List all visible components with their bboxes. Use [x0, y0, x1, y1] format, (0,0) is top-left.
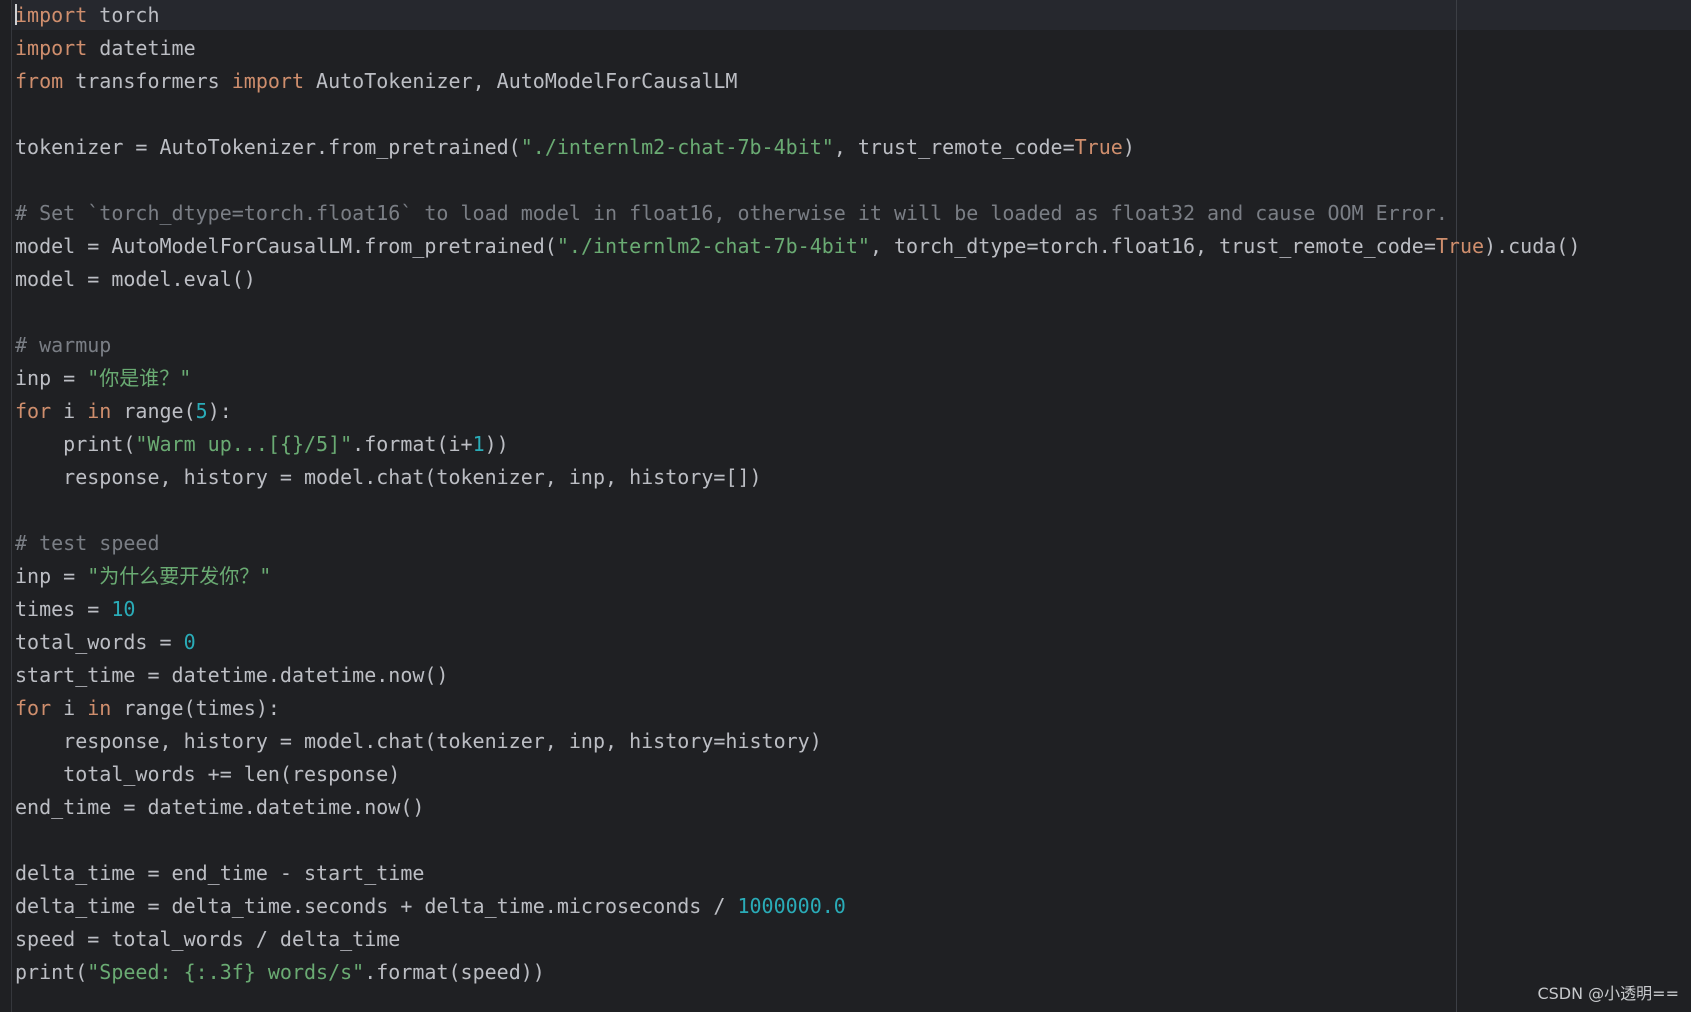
code-text-token: transformers	[63, 69, 232, 93]
code-text-token: model = AutoModelForCausalLM.from_pretra…	[15, 234, 557, 258]
code-line[interactable]: inp = "你是谁？"	[15, 363, 1580, 396]
code-text-token: ):	[207, 399, 232, 423]
keyword-token: True	[1074, 135, 1123, 159]
keyword-token: in	[87, 696, 112, 720]
keyword-token: for	[15, 696, 52, 720]
code-text-token: start_time = datetime.datetime.now()	[15, 663, 449, 687]
code-text-token: , trust_remote_code=	[833, 135, 1075, 159]
code-line[interactable]: tokenizer = AutoTokenizer.from_pretraine…	[15, 132, 1580, 165]
code-text-token: ))	[484, 432, 509, 456]
code-line[interactable]: delta_time = delta_time.seconds + delta_…	[15, 891, 1580, 924]
code-line[interactable]	[15, 99, 1580, 132]
code-text-token: )	[1122, 135, 1135, 159]
number-literal-token: 0	[183, 630, 196, 654]
code-line[interactable]: # warmup	[15, 330, 1580, 363]
code-text-token: response, history = model.chat(tokenizer…	[15, 729, 822, 753]
code-line[interactable]: model = AutoModelForCausalLM.from_pretra…	[15, 231, 1580, 264]
code-line[interactable]: for i in range(5):	[15, 396, 1580, 429]
number-literal-token: 5	[195, 399, 208, 423]
code-text-token: datetime	[87, 36, 196, 60]
code-text-token: response, history = model.chat(tokenizer…	[15, 465, 762, 489]
code-text-token: torch	[87, 3, 160, 27]
code-line[interactable]	[15, 165, 1580, 198]
code-line[interactable]: import torch	[15, 0, 1580, 33]
code-text-token: inp =	[15, 564, 88, 588]
string-literal-token: "Speed: {:.3f} words/s"	[87, 960, 365, 984]
code-line[interactable]: model = model.eval()	[15, 264, 1580, 297]
code-line[interactable]: print("Speed: {:.3f} words/s".format(spe…	[15, 957, 1580, 990]
code-lines[interactable]: import torch import datetime from transfor…	[15, 0, 1580, 990]
code-text-token: range(	[111, 399, 196, 423]
code-text-token: .format(speed))	[364, 960, 545, 984]
code-text-token: , torch_dtype=torch.float16, trust_remot…	[869, 234, 1436, 258]
code-text-token: AutoTokenizer, AutoModelForCausalLM	[304, 69, 738, 93]
string-literal-token: "./internlm2-chat-7b-4bit"	[556, 234, 870, 258]
code-text-token: total_words =	[15, 630, 184, 654]
code-line[interactable]: start_time = datetime.datetime.now()	[15, 660, 1580, 693]
keyword-token: for	[15, 399, 52, 423]
code-line[interactable]	[15, 297, 1580, 330]
code-text-token: .format(i+	[352, 432, 473, 456]
code-text-token: i	[51, 696, 88, 720]
comment-token: # Set `torch_dtype=torch.float16` to loa…	[15, 201, 1448, 225]
keyword-token: import	[231, 69, 304, 93]
code-text-token: i	[51, 399, 88, 423]
code-line[interactable]: total_words = 0	[15, 627, 1580, 660]
code-text-token: end_time = datetime.datetime.now()	[15, 795, 425, 819]
code-line[interactable]	[15, 825, 1580, 858]
code-line[interactable]: # test speed	[15, 528, 1580, 561]
code-line[interactable]: # Set `torch_dtype=torch.float16` to loa…	[15, 198, 1580, 231]
code-text-token: delta_time = end_time - start_time	[15, 861, 425, 885]
code-text-token: times =	[15, 597, 112, 621]
comment-token: # test speed	[15, 531, 160, 555]
code-editor[interactable]: import torch import datetime from transfor…	[0, 0, 1691, 1012]
watermark-text: CSDN @小透明==	[1537, 984, 1679, 1003]
keyword-token: import	[15, 3, 88, 27]
code-text-token: tokenizer = AutoTokenizer.from_pretraine…	[15, 135, 521, 159]
keyword-token: import	[15, 36, 88, 60]
code-line[interactable]: from transformers import AutoTokenizer, …	[15, 66, 1580, 99]
code-line[interactable]: speed = total_words / delta_time	[15, 924, 1580, 957]
keyword-token: True	[1435, 234, 1485, 258]
number-literal-token: 10	[111, 597, 136, 621]
code-line[interactable]	[15, 495, 1580, 528]
code-line[interactable]: import datetime	[15, 33, 1580, 66]
string-literal-token: "Warm up...[{}/5]"	[135, 432, 353, 456]
code-line[interactable]: for i in range(times):	[15, 693, 1580, 726]
code-line[interactable]: response, history = model.chat(tokenizer…	[15, 462, 1580, 495]
code-text-token: total_words += len(response)	[15, 762, 401, 786]
code-line[interactable]: times = 10	[15, 594, 1580, 627]
comment-token: # warmup	[15, 333, 112, 357]
code-text-token: print(	[15, 960, 88, 984]
code-text-token: inp =	[15, 366, 88, 390]
code-text-token: model = model.eval()	[15, 267, 256, 291]
code-text-token: print(	[15, 432, 136, 456]
code-text-token: speed = total_words / delta_time	[15, 927, 401, 951]
number-literal-token: 1	[472, 432, 485, 456]
code-line[interactable]: delta_time = end_time - start_time	[15, 858, 1580, 891]
text-caret	[15, 4, 17, 25]
code-text-token: range(times):	[111, 696, 280, 720]
keyword-token: from	[15, 69, 64, 93]
string-literal-token: "为什么要开发你？"	[87, 564, 272, 588]
code-line[interactable]: response, history = model.chat(tokenizer…	[15, 726, 1580, 759]
code-line[interactable]: inp = "为什么要开发你？"	[15, 561, 1580, 594]
code-line[interactable]: end_time = datetime.datetime.now()	[15, 792, 1580, 825]
gutter-divider	[11, 0, 12, 1012]
keyword-token: in	[87, 399, 112, 423]
code-text-token: delta_time = delta_time.seconds + delta_…	[15, 894, 738, 918]
code-line[interactable]: print("Warm up...[{}/5]".format(i+1))	[15, 429, 1580, 462]
number-literal-token: 1000000.0	[737, 894, 846, 918]
code-line[interactable]: total_words += len(response)	[15, 759, 1580, 792]
string-literal-token: "./internlm2-chat-7b-4bit"	[520, 135, 834, 159]
string-literal-token: "你是谁？"	[87, 366, 192, 390]
code-text-token: ).cuda()	[1484, 234, 1581, 258]
